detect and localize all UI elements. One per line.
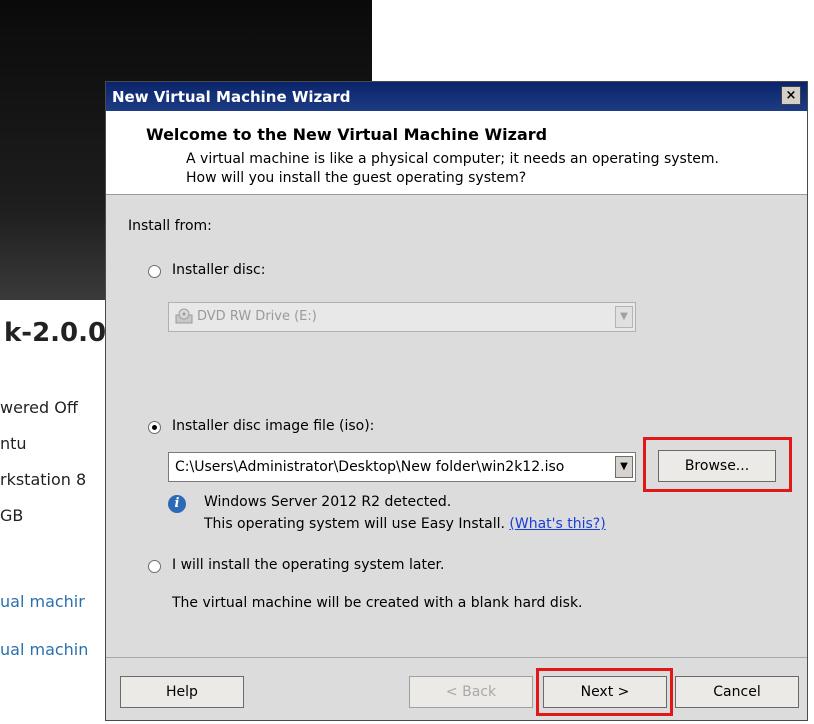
installer-disc-radio[interactable] bbox=[148, 265, 161, 278]
easy-install-line: This operating system will use Easy Inst… bbox=[204, 516, 606, 532]
help-button[interactable]: Help bbox=[120, 676, 244, 708]
background-link[interactable]: ual machin bbox=[0, 640, 88, 659]
installer-disc-label[interactable]: Installer disc: bbox=[172, 262, 265, 278]
wizard-header-title: Welcome to the New Virtual Machine Wizar… bbox=[146, 125, 548, 144]
new-vm-wizard-dialog: New Virtual Machine Wizard × Welcome to … bbox=[105, 81, 808, 721]
background-info-line: GB bbox=[0, 506, 24, 525]
footer-divider bbox=[106, 657, 807, 658]
drive-select-value: DVD RW Drive (E:) bbox=[197, 309, 317, 324]
iso-path-select[interactable]: C:\Users\Administrator\Desktop\New folde… bbox=[168, 452, 636, 482]
background-info-line: wered Off bbox=[0, 398, 78, 417]
easy-install-text: This operating system will use Easy Inst… bbox=[204, 516, 505, 532]
chevron-down-icon: ▼ bbox=[615, 306, 633, 328]
wizard-header-description: A virtual machine is like a physical com… bbox=[186, 151, 720, 186]
background-info-line: ntu bbox=[0, 434, 27, 453]
install-later-radio[interactable] bbox=[148, 560, 161, 573]
background-link[interactable]: ual machir bbox=[0, 592, 85, 611]
chevron-down-icon[interactable]: ▼ bbox=[615, 456, 633, 478]
dialog-titlebar[interactable]: New Virtual Machine Wizard × bbox=[106, 82, 807, 111]
close-button[interactable]: × bbox=[781, 86, 801, 105]
cancel-button[interactable]: Cancel bbox=[675, 676, 799, 708]
back-button[interactable]: < Back bbox=[409, 676, 533, 708]
install-from-label: Install from: bbox=[128, 218, 212, 234]
next-highlight-box bbox=[536, 668, 673, 716]
iso-radio[interactable] bbox=[148, 421, 161, 434]
whats-this-link[interactable]: (What's this?) bbox=[509, 516, 605, 532]
install-later-label[interactable]: I will install the operating system late… bbox=[172, 557, 444, 573]
drive-select: DVD RW Drive (E:) ▼ bbox=[168, 302, 636, 332]
iso-path-value[interactable]: C:\Users\Administrator\Desktop\New folde… bbox=[175, 459, 611, 475]
disc-drive-icon bbox=[175, 308, 193, 324]
detected-os-text: Windows Server 2012 R2 detected. bbox=[204, 494, 452, 510]
iso-label[interactable]: Installer disc image file (iso): bbox=[172, 418, 374, 434]
info-icon: i bbox=[168, 495, 186, 513]
browse-highlight-box bbox=[643, 437, 792, 492]
wizard-header: Welcome to the New Virtual Machine Wizar… bbox=[106, 111, 807, 195]
background-vm-title: k-2.0.0 bbox=[4, 318, 107, 348]
dialog-title: New Virtual Machine Wizard bbox=[112, 88, 351, 106]
close-icon: × bbox=[785, 88, 797, 103]
background-info-line: rkstation 8 bbox=[0, 470, 87, 489]
install-later-description: The virtual machine will be created with… bbox=[172, 595, 583, 611]
